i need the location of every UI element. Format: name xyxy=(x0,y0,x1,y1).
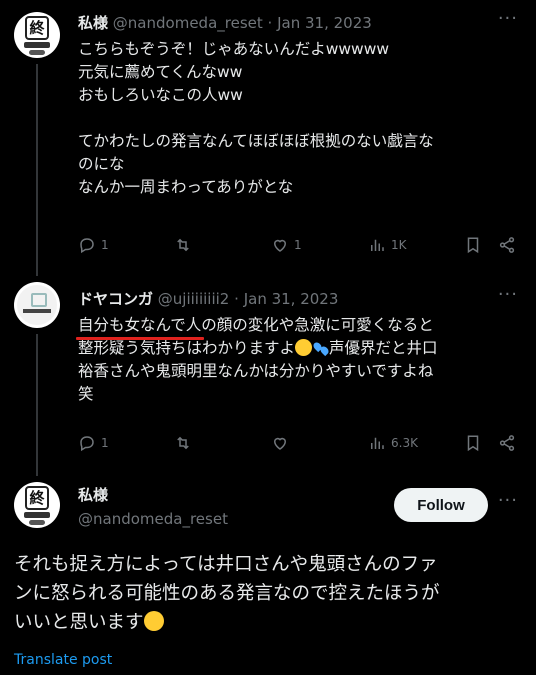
share-button[interactable] xyxy=(498,434,516,452)
thread-line xyxy=(36,334,38,476)
handle[interactable]: @nandomeda_reset xyxy=(113,14,263,32)
avatar[interactable]: 終 xyxy=(14,482,60,528)
like-icon xyxy=(273,239,287,252)
author-handle: @nandomeda_reset xyxy=(78,510,228,528)
bookmark-button[interactable] xyxy=(464,236,482,254)
retweet-button[interactable] xyxy=(174,236,197,254)
views-icon xyxy=(371,239,384,251)
reply-icon xyxy=(80,436,94,452)
display-name[interactable]: ドヤコンガ xyxy=(78,290,153,308)
tweet-text: 自分も女なんで人の顔の変化や急激に可愛くなると 整形疑う気持ちはわかりますよ 声優… xyxy=(78,316,438,403)
timestamp[interactable]: Jan 31, 2023 xyxy=(277,14,372,32)
separator: · xyxy=(234,290,239,308)
retweet-button[interactable] xyxy=(174,434,197,452)
avatar[interactable] xyxy=(14,282,60,328)
action-bar: 1 6.3K xyxy=(78,434,518,454)
thread-line xyxy=(36,64,38,276)
like-button[interactable] xyxy=(271,434,294,452)
retweet-icon xyxy=(177,436,189,450)
like-button[interactable]: 1 xyxy=(271,236,302,254)
views-icon xyxy=(371,437,384,449)
tweet-1[interactable]: 終 私様 @nandomeda_reset · Jan 31, 2023 ···… xyxy=(0,0,536,276)
handle[interactable]: @ujiiiiiiii2 xyxy=(158,290,230,308)
tweet-header: 私様 @nandomeda_reset · Jan 31, 2023 xyxy=(78,12,372,33)
sweat-drops-emoji xyxy=(312,339,329,356)
tweet-text: こちらもぞうぞ！じゃあないんだよwwwww 元気に薦めてくんなww おもしろいな… xyxy=(78,40,434,196)
follow-button[interactable]: Follow xyxy=(394,488,488,522)
action-bar: 1 1 1K xyxy=(78,236,518,256)
reply-button[interactable]: 1 xyxy=(78,434,109,452)
share-icon xyxy=(499,237,515,253)
like-icon xyxy=(273,437,287,450)
views-button[interactable]: 6.3K xyxy=(368,434,418,452)
translate-post-link[interactable]: Translate post xyxy=(14,652,112,668)
separator: · xyxy=(267,14,273,32)
main-tweet[interactable]: 終 私様 @nandomeda_reset Follow ··· それも捉え方に… xyxy=(0,478,536,675)
more-icon[interactable]: ··· xyxy=(498,8,518,29)
bookmark-button[interactable] xyxy=(464,434,482,452)
bookmark-icon xyxy=(467,237,479,254)
bookmark-icon xyxy=(467,435,479,452)
more-icon[interactable]: ··· xyxy=(498,284,518,305)
views-button[interactable]: 1K xyxy=(368,236,407,254)
display-name[interactable]: 私様 xyxy=(78,14,108,32)
tweet-text: それも捉え方によっては井口さんや鬼頭さんのファ ンに怒られる可能性のある発言なの… xyxy=(14,554,440,633)
more-icon[interactable]: ··· xyxy=(498,490,518,511)
reply-icon xyxy=(80,238,94,254)
retweet-icon xyxy=(177,238,189,252)
laughing-emoji xyxy=(295,339,313,356)
red-underline-annotation xyxy=(76,337,204,340)
share-icon xyxy=(499,435,515,451)
timestamp[interactable]: Jan 31, 2023 xyxy=(244,290,339,308)
tweet-2[interactable]: ドヤコンガ @ujiiiiiiii2 · Jan 31, 2023 ··· 自分… xyxy=(0,276,536,476)
tweet-header: ドヤコンガ @ujiiiiiiii2 · Jan 31, 2023 xyxy=(78,288,338,309)
reply-button[interactable]: 1 xyxy=(78,236,109,254)
laughing-emoji xyxy=(143,611,164,631)
display-name[interactable]: 私様 xyxy=(78,486,108,504)
handle[interactable]: @nandomeda_reset xyxy=(78,510,228,528)
author-name: 私様 xyxy=(78,484,108,505)
avatar[interactable]: 終 xyxy=(14,12,60,58)
share-button[interactable] xyxy=(498,236,516,254)
